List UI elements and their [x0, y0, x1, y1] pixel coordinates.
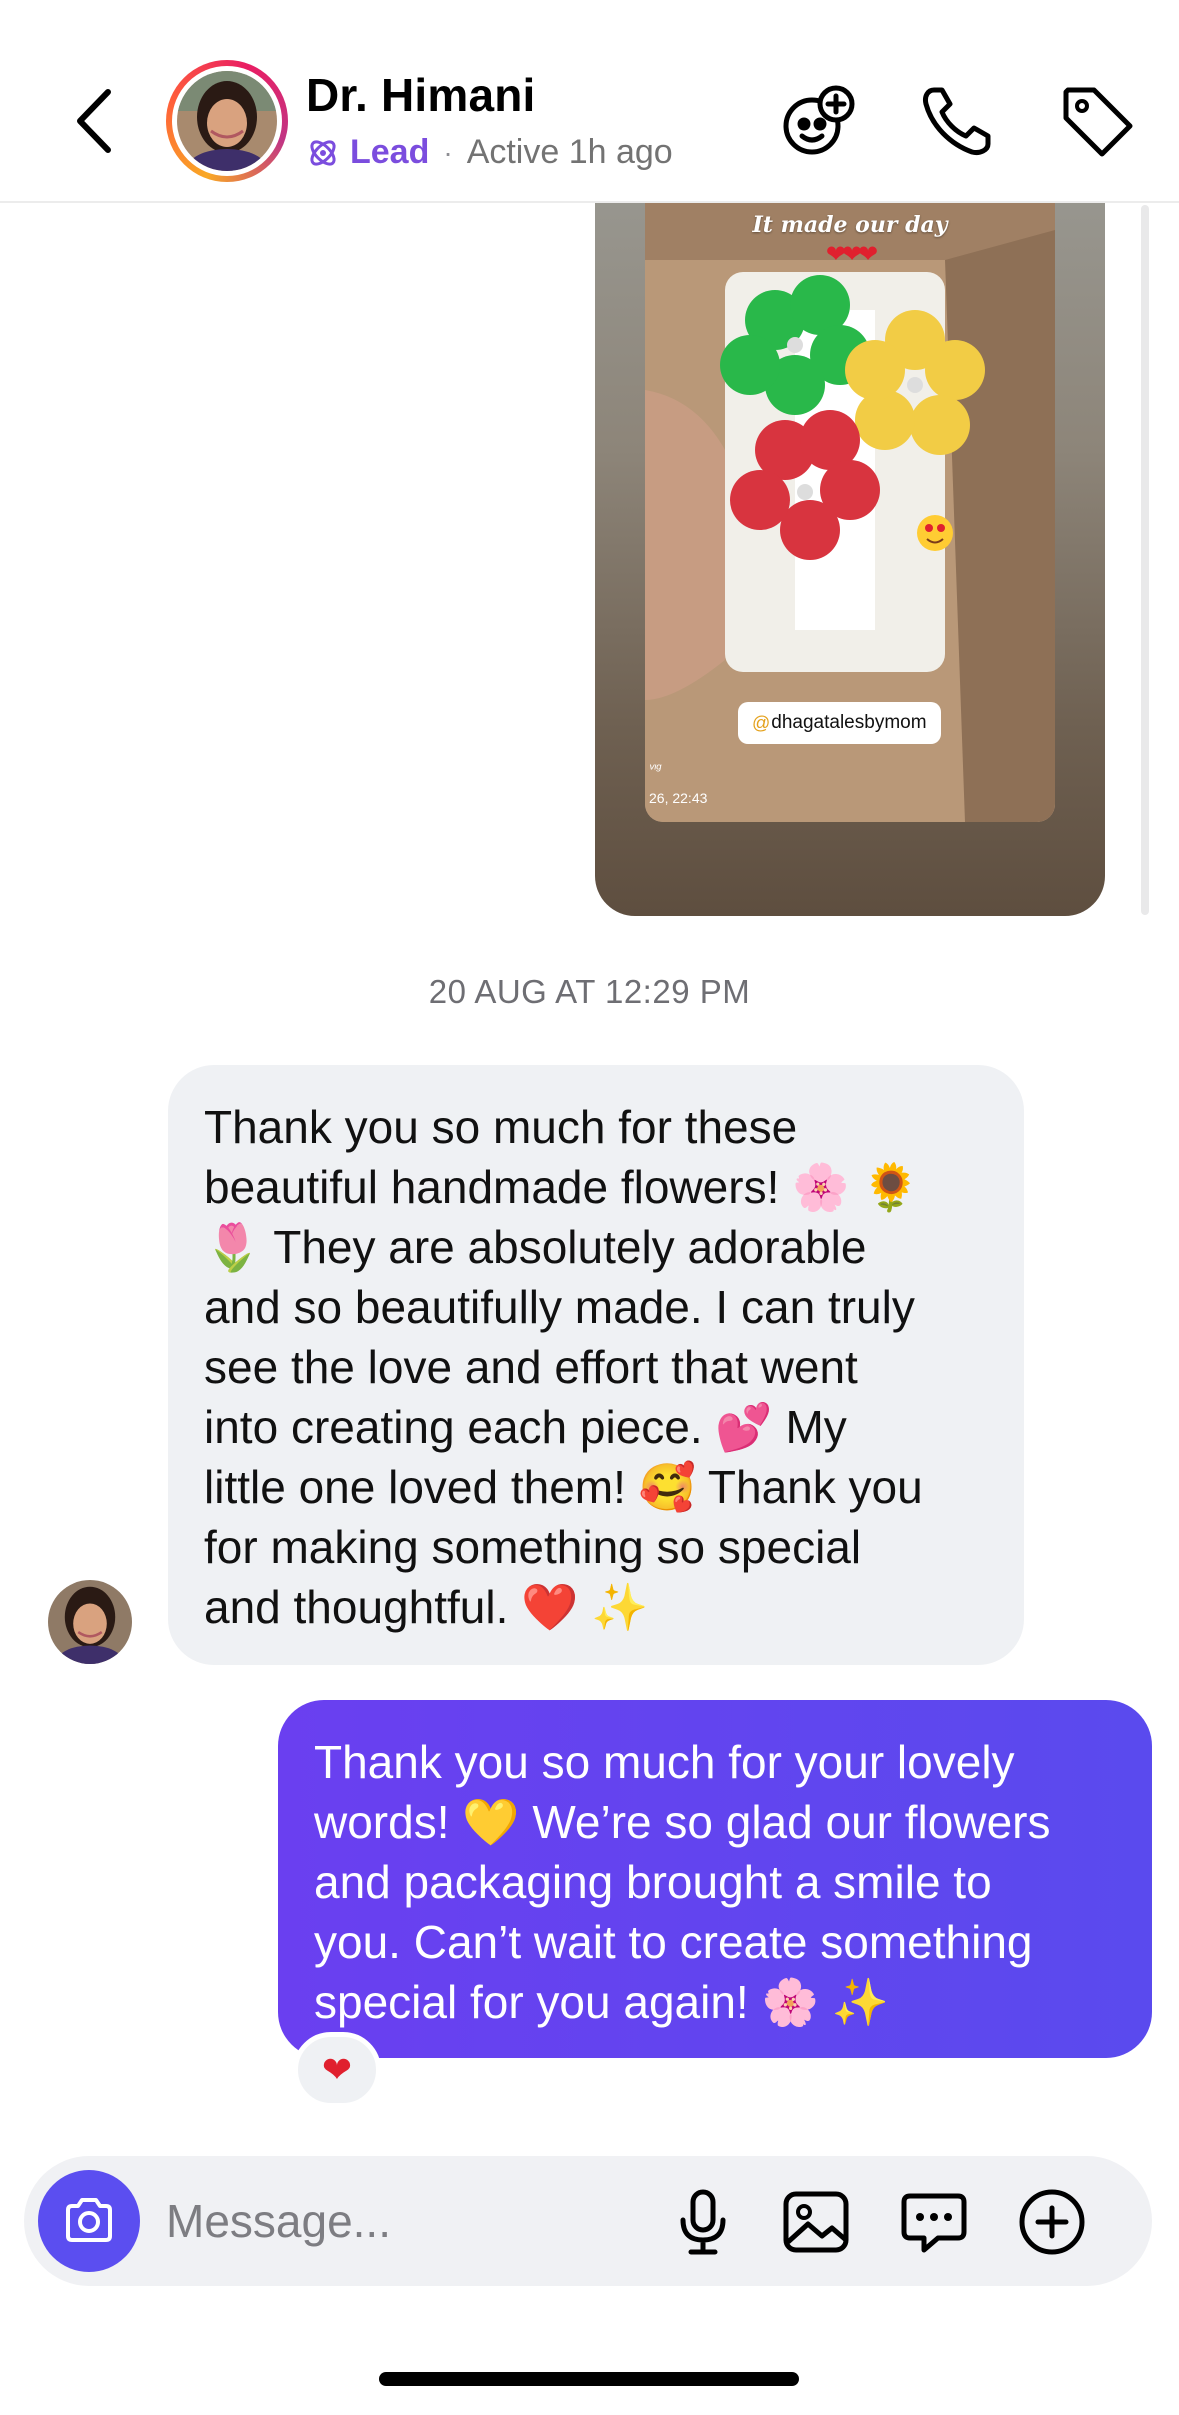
- mention-handle: dhagatalesbymom: [771, 712, 927, 733]
- add-group-icon[interactable]: [780, 82, 858, 160]
- sticker-chat-icon[interactable]: [898, 2186, 970, 2258]
- message-input[interactable]: [166, 2192, 636, 2250]
- lead-label[interactable]: Lead: [350, 133, 429, 172]
- active-status: Active 1h ago: [466, 133, 673, 171]
- contact-name[interactable]: Dr. Himani: [306, 68, 536, 122]
- camera-icon: [66, 2198, 112, 2242]
- story-photo: It made our day ❤❤❤ @ dhagatalesbymom ᵛᶦ…: [645, 140, 1055, 822]
- gallery-icon[interactable]: [780, 2186, 852, 2258]
- phone-icon[interactable]: [918, 82, 996, 160]
- sender-avatar-photo: [48, 1580, 132, 1664]
- sender-avatar[interactable]: [48, 1580, 132, 1664]
- message-composer: [24, 2156, 1152, 2286]
- avatar-photo: [177, 71, 277, 171]
- story-mention-sticker[interactable]: @ dhagatalesbymom: [738, 702, 941, 744]
- outgoing-message[interactable]: Thank you so much for your lovely words!…: [278, 1700, 1152, 2058]
- story-signature: ᵛᶦᵍ: [649, 760, 662, 776]
- lead-icon: [310, 139, 336, 166]
- outgoing-message-text: Thank you so much for your lovely words!…: [314, 1736, 1051, 2028]
- heart-reaction[interactable]: ❤: [293, 2032, 381, 2108]
- story-caption: It made our day: [752, 212, 948, 238]
- incoming-message[interactable]: Thank you so much for these beautiful ha…: [168, 1065, 1024, 1665]
- thread-timestamp: 20 AUG AT 12:29 PM: [428, 973, 751, 1010]
- incoming-message-text: Thank you so much for these beautiful ha…: [204, 1101, 923, 1633]
- contact-subtitle: Lead · Active 1h ago: [306, 133, 673, 172]
- story-hearts: ❤❤❤: [825, 241, 878, 268]
- plus-icon[interactable]: [1016, 2186, 1088, 2258]
- contact-avatar[interactable]: [166, 60, 288, 182]
- back-chevron-icon[interactable]: [68, 86, 124, 156]
- mention-at-icon: @: [752, 712, 771, 733]
- status-separator: ·: [443, 136, 453, 168]
- camera-button[interactable]: [38, 2170, 140, 2272]
- chat-header: Dr. Himani Lead · Active 1h ago: [0, 0, 1179, 203]
- tag-icon[interactable]: [1058, 82, 1136, 160]
- home-indicator[interactable]: [379, 2372, 799, 2386]
- shared-story-message[interactable]: It made our day ❤❤❤ @ dhagatalesbymom ᵛᶦ…: [595, 140, 1105, 916]
- scrollbar[interactable]: [1141, 205, 1149, 915]
- microphone-icon[interactable]: [667, 2186, 739, 2258]
- story-timestamp: 26, 22:43: [649, 790, 708, 806]
